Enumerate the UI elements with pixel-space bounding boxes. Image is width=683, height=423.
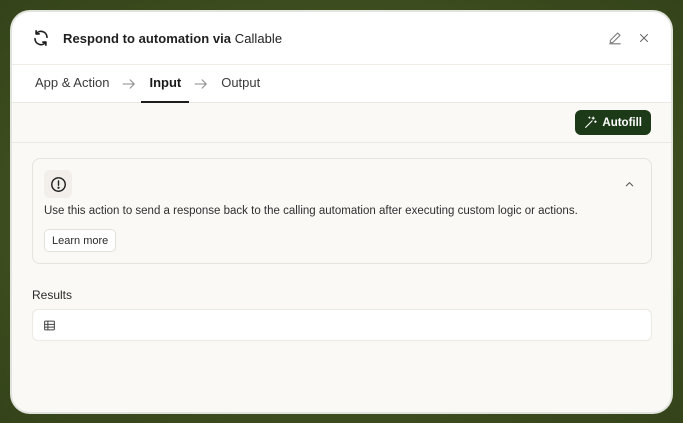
tab-input[interactable]: Input [141, 65, 189, 103]
autofill-label: Autofill [602, 116, 642, 129]
info-card: Use this action to send a response back … [32, 158, 652, 264]
results-label: Results [32, 288, 73, 302]
arrow-right-icon [109, 65, 149, 103]
autofill-button[interactable]: Autofill [575, 110, 651, 135]
info-description: Use this action to send a response back … [44, 205, 578, 217]
automation-modal: Respond to automation via Callable App &… [12, 12, 671, 412]
tab-output[interactable]: Output [221, 65, 260, 103]
info-icon [44, 170, 72, 198]
chevron-up-icon [625, 181, 633, 186]
sync-icon [32, 29, 50, 47]
close-icon [640, 34, 648, 42]
edit-button[interactable] [604, 27, 626, 49]
title-prefix: Respond to automation via [63, 30, 235, 46]
modal-header: Respond to automation via Callable [12, 12, 671, 65]
modal-title: Respond to automation via Callable [63, 31, 282, 46]
arrow-right-icon [181, 65, 221, 103]
close-button[interactable] [633, 27, 655, 49]
results-input[interactable] [32, 309, 652, 341]
tab-app-action[interactable]: App & Action [35, 65, 109, 103]
table-icon [44, 320, 55, 330]
learn-more-button[interactable]: Learn more [44, 229, 117, 252]
magic-wand-icon [584, 116, 598, 129]
pencil-icon [609, 32, 621, 45]
input-toolbar: Autofill [12, 103, 671, 143]
collapse-button[interactable] [621, 176, 637, 192]
step-tabs: App & Action Input Output [12, 65, 671, 103]
title-app-name: Callable [234, 30, 283, 46]
